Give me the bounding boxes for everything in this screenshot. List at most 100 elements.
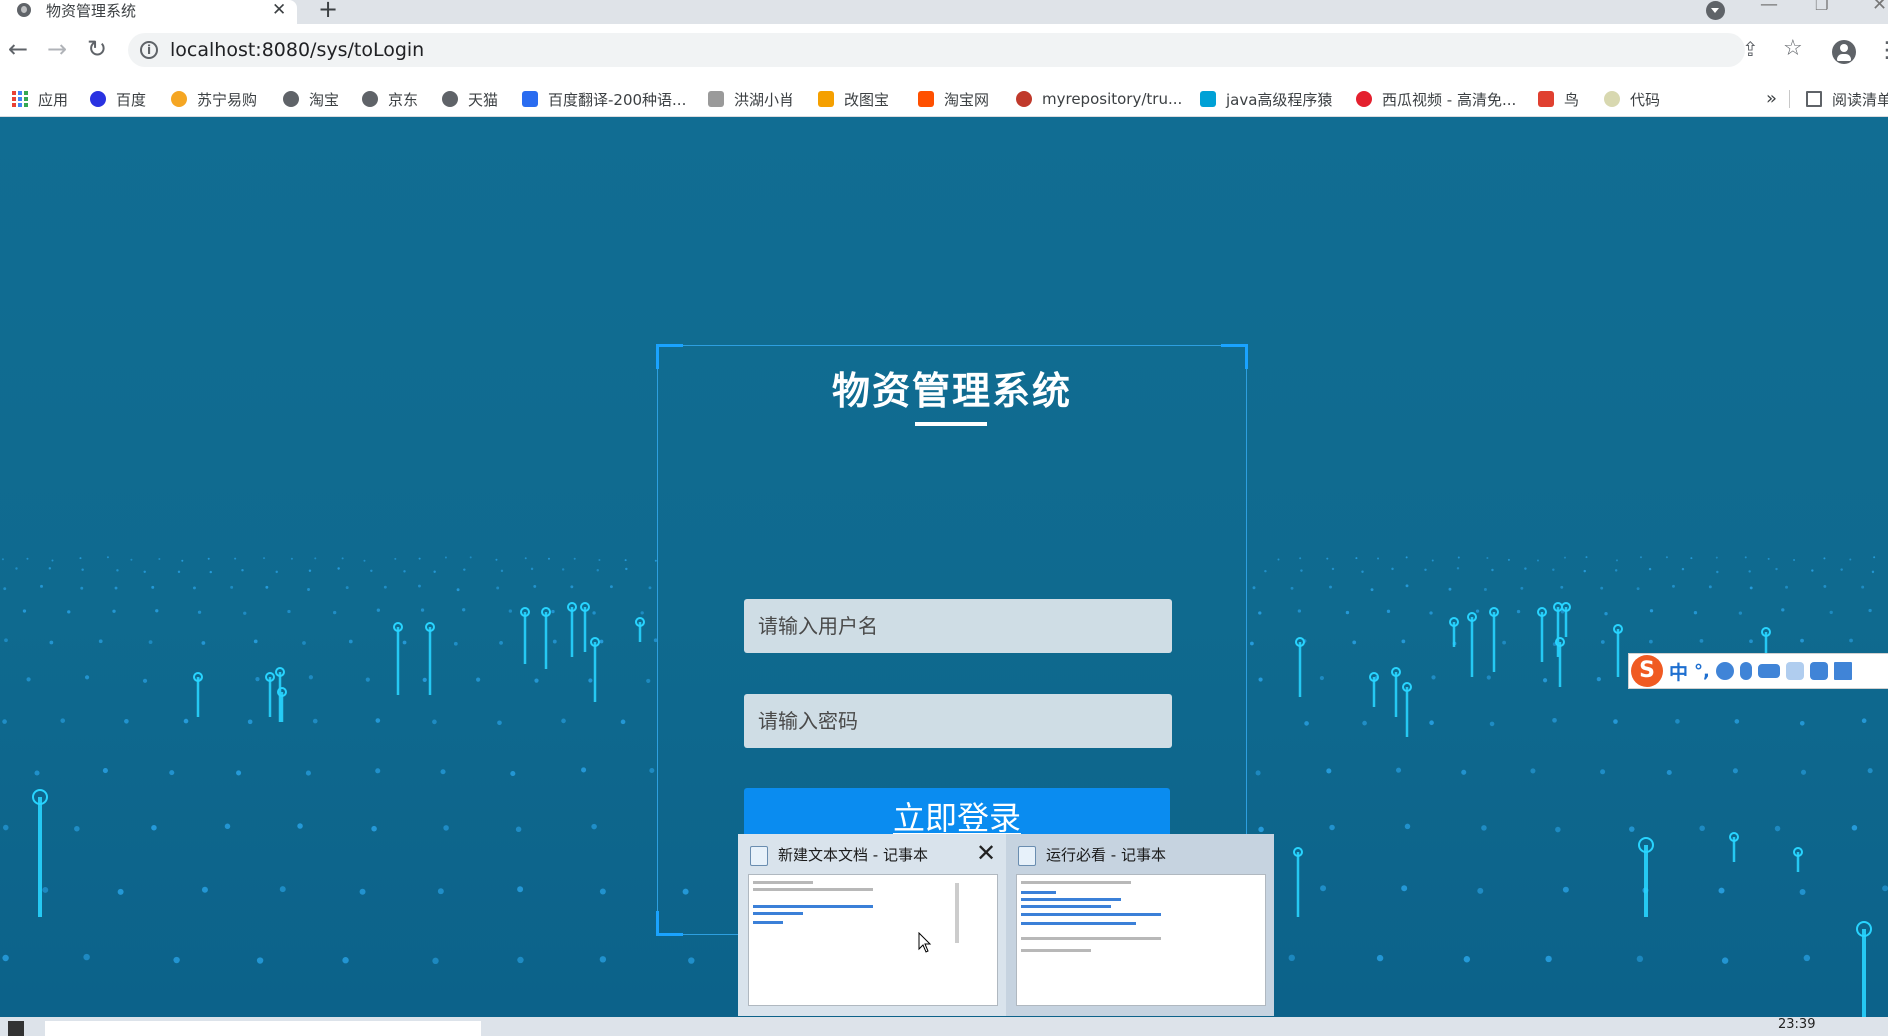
start-windows-icon[interactable] bbox=[8, 1021, 24, 1036]
background-dot bbox=[1299, 557, 1302, 560]
background-dot bbox=[403, 570, 406, 573]
background-dot bbox=[1749, 639, 1753, 644]
ime-toolbar[interactable]: S 中 °, bbox=[1628, 653, 1888, 689]
background-dot bbox=[345, 586, 349, 590]
username-input[interactable] bbox=[744, 599, 1172, 653]
tab-search-icon[interactable] bbox=[1706, 1, 1725, 20]
restore-button[interactable]: ❐ bbox=[1815, 0, 1828, 14]
bookmark-xigua[interactable]: 西瓜视频 - 高清免... bbox=[1356, 82, 1516, 116]
background-dot bbox=[383, 585, 387, 589]
menu-icon[interactable]: ⋮ bbox=[1876, 38, 1888, 63]
share-icon[interactable]: ⇪ bbox=[1742, 37, 1759, 61]
background-dot bbox=[193, 586, 196, 590]
bookmark-baidu[interactable]: 百度 bbox=[90, 82, 146, 116]
new-tab-button[interactable]: + bbox=[318, 0, 338, 22]
background-dot bbox=[433, 570, 436, 573]
profile-avatar-icon[interactable] bbox=[1832, 40, 1856, 64]
bookmark-baidu-translate[interactable]: 百度翻译-200种语... bbox=[522, 82, 686, 116]
bookmark-tmall[interactable]: 天猫 bbox=[442, 82, 498, 116]
minimize-button[interactable]: — bbox=[1760, 0, 1778, 15]
background-dot bbox=[1456, 567, 1460, 570]
background-dot bbox=[495, 558, 498, 561]
bookmark-taobao-net[interactable]: 淘宝网 bbox=[918, 82, 989, 116]
background-dot bbox=[1352, 640, 1357, 645]
background-dot bbox=[124, 718, 129, 724]
background-dot bbox=[1693, 611, 1698, 615]
ime-mode-toggle[interactable]: 中 bbox=[1669, 658, 1688, 685]
background-dot bbox=[1486, 675, 1491, 680]
background-dot bbox=[552, 639, 557, 644]
background-dot bbox=[117, 888, 124, 895]
background-dot bbox=[453, 641, 458, 646]
reload-button[interactable]: ↻ bbox=[87, 35, 107, 63]
background-dot bbox=[348, 639, 353, 644]
bookmark-honghu[interactable]: 洪湖小肖 bbox=[708, 82, 794, 116]
background-dot bbox=[183, 718, 189, 724]
thumb-line bbox=[753, 921, 783, 924]
site-info-icon[interactable]: i bbox=[140, 41, 158, 59]
background-dot bbox=[142, 678, 148, 683]
taskbar-preview-notepad-run[interactable]: 运行必看 - 记事本 bbox=[1006, 834, 1274, 1016]
background-dot bbox=[1748, 570, 1751, 573]
back-button[interactable]: ← bbox=[8, 35, 28, 63]
window-close-button[interactable]: ✕ bbox=[1872, 0, 1887, 15]
background-dot bbox=[275, 570, 278, 574]
background-dot bbox=[79, 557, 82, 560]
taskbar-preview-notepad-new[interactable]: 新建文本文档 - 记事本 ✕ bbox=[738, 834, 1006, 1016]
baidu-paw-icon bbox=[90, 91, 106, 107]
bookmark-taobao[interactable]: 淘宝 bbox=[283, 82, 339, 116]
address-url[interactable]: localhost:8080/sys/toLogin bbox=[170, 38, 424, 62]
background-dot bbox=[1329, 824, 1335, 831]
bookmark-star-icon[interactable]: ☆ bbox=[1783, 36, 1803, 61]
thumb-line bbox=[1021, 913, 1161, 916]
bookmark-gaitubao[interactable]: 改图宝 bbox=[818, 82, 889, 116]
background-dot bbox=[432, 719, 437, 725]
forward-button[interactable]: → bbox=[47, 35, 67, 63]
preview-close-icon[interactable]: ✕ bbox=[976, 839, 996, 867]
background-dot bbox=[375, 718, 381, 723]
background-dot bbox=[1629, 826, 1635, 832]
background-dot bbox=[80, 586, 84, 590]
background-dot bbox=[1489, 721, 1495, 727]
ime-punctuation-toggle[interactable]: °, bbox=[1694, 661, 1710, 682]
bookmark-code[interactable]: 代码 bbox=[1604, 82, 1660, 116]
skin-shirt-icon[interactable] bbox=[1809, 662, 1828, 680]
background-dot bbox=[236, 770, 242, 776]
login-title: 物资管理系统 bbox=[831, 369, 1072, 413]
bookmarks-more-button[interactable]: » bbox=[1766, 82, 1777, 116]
keyboard-icon[interactable] bbox=[1757, 664, 1780, 678]
toolbox-grid-icon[interactable] bbox=[1833, 662, 1852, 680]
bookmark-apps[interactable]: 应用 bbox=[12, 82, 68, 116]
bookmark-jd[interactable]: 京东 bbox=[362, 82, 418, 116]
reading-list-button[interactable]: 阅读清单 bbox=[1806, 82, 1888, 116]
background-dot bbox=[1555, 826, 1561, 833]
background-dot bbox=[114, 586, 118, 590]
browser-tab[interactable]: 物资管理系统 ✕ bbox=[0, 0, 297, 24]
background-dot bbox=[1475, 609, 1480, 613]
background-dot bbox=[363, 559, 366, 562]
bookmark-java[interactable]: java高级程序猿 bbox=[1200, 82, 1332, 116]
sogou-logo-icon[interactable]: S bbox=[1631, 655, 1663, 687]
bookmark-suning[interactable]: 苏宁易购 bbox=[171, 82, 257, 116]
notepad-icon bbox=[750, 846, 768, 866]
background-dot bbox=[547, 557, 550, 560]
bilibili-icon bbox=[1200, 91, 1216, 107]
globe-icon bbox=[283, 91, 299, 107]
background-dot bbox=[1401, 885, 1408, 892]
background-dot bbox=[420, 608, 425, 612]
address-bar[interactable]: i localhost:8080/sys/toLogin ⇪ ☆ bbox=[128, 33, 1803, 67]
bookmark-bird[interactable]: 鸟 bbox=[1538, 82, 1579, 116]
password-input[interactable] bbox=[744, 694, 1172, 748]
background-dot bbox=[499, 641, 503, 645]
microphone-icon[interactable] bbox=[1739, 662, 1752, 680]
tab-close-icon[interactable]: ✕ bbox=[272, 0, 286, 20]
background-dot bbox=[51, 559, 54, 562]
background-dot bbox=[67, 610, 71, 614]
background-dot bbox=[1326, 557, 1329, 560]
background-dot bbox=[1483, 588, 1487, 591]
bookmark-myrepository[interactable]: myrepository/tru... bbox=[1016, 82, 1182, 116]
background-dot bbox=[1362, 720, 1367, 726]
emoji-icon[interactable] bbox=[1715, 662, 1734, 680]
user-icon[interactable] bbox=[1785, 662, 1804, 680]
taskbar-search-box[interactable] bbox=[45, 1021, 481, 1036]
